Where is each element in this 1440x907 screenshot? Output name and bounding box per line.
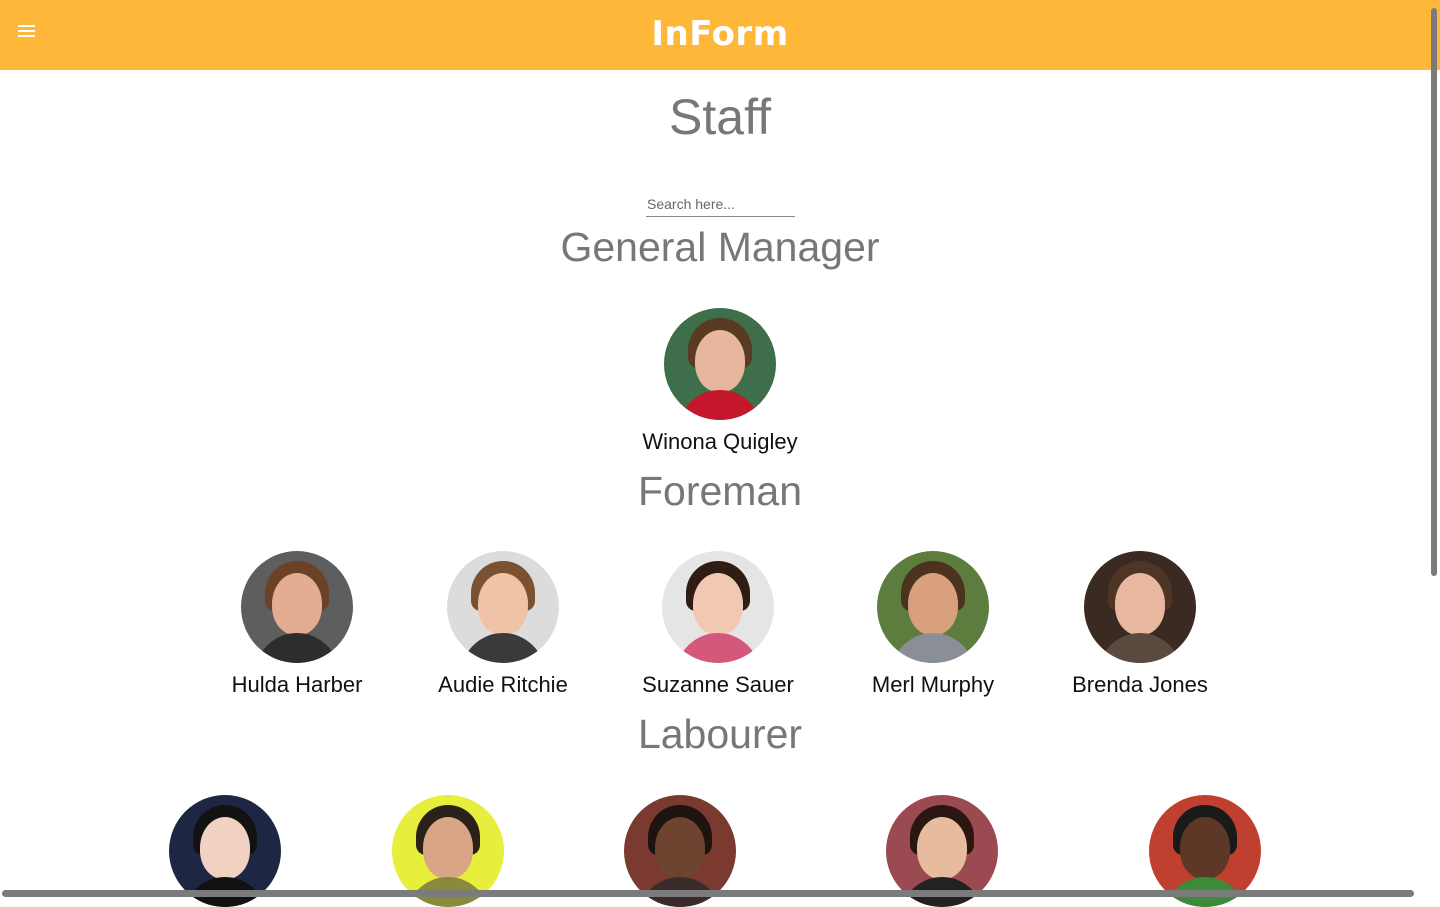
section-heading-labourer: Labourer xyxy=(637,711,803,757)
horizontal-scrollbar[interactable] xyxy=(2,890,1414,897)
section-heading-foreman: Foreman xyxy=(637,468,803,514)
staff-card[interactable]: Brenda Jones xyxy=(1040,551,1240,698)
staff-name: Hulda Harber xyxy=(231,672,363,697)
avatar[interactable] xyxy=(1084,551,1196,663)
staff-name: Suzanne Sauer xyxy=(642,672,794,697)
avatar[interactable] xyxy=(662,551,774,663)
avatar[interactable] xyxy=(877,551,989,663)
staff-card[interactable]: Winona Quigley xyxy=(620,308,820,455)
avatar[interactable] xyxy=(241,551,353,663)
staff-card[interactable]: Hulda Harber xyxy=(197,551,397,698)
vertical-scrollbar[interactable] xyxy=(1431,8,1437,576)
staff-name: Merl Murphy xyxy=(871,672,995,697)
section-heading-general-manager: General Manager xyxy=(560,224,880,270)
avatar[interactable] xyxy=(447,551,559,663)
staff-name: Audie Ritchie xyxy=(438,672,568,697)
page-title: Staff xyxy=(669,89,771,145)
staff-card[interactable]: Merl Murphy xyxy=(833,551,1033,698)
app-title: InForm xyxy=(651,14,789,54)
avatar[interactable] xyxy=(664,308,776,420)
app-bar: InForm xyxy=(0,0,1440,70)
staff-card[interactable]: Audie Ritchie xyxy=(403,551,603,698)
staff-name: Brenda Jones xyxy=(1072,672,1208,697)
staff-name: Winona Quigley xyxy=(642,429,798,454)
staff-card[interactable]: Suzanne Sauer xyxy=(618,551,818,698)
search-input[interactable] xyxy=(646,192,795,217)
